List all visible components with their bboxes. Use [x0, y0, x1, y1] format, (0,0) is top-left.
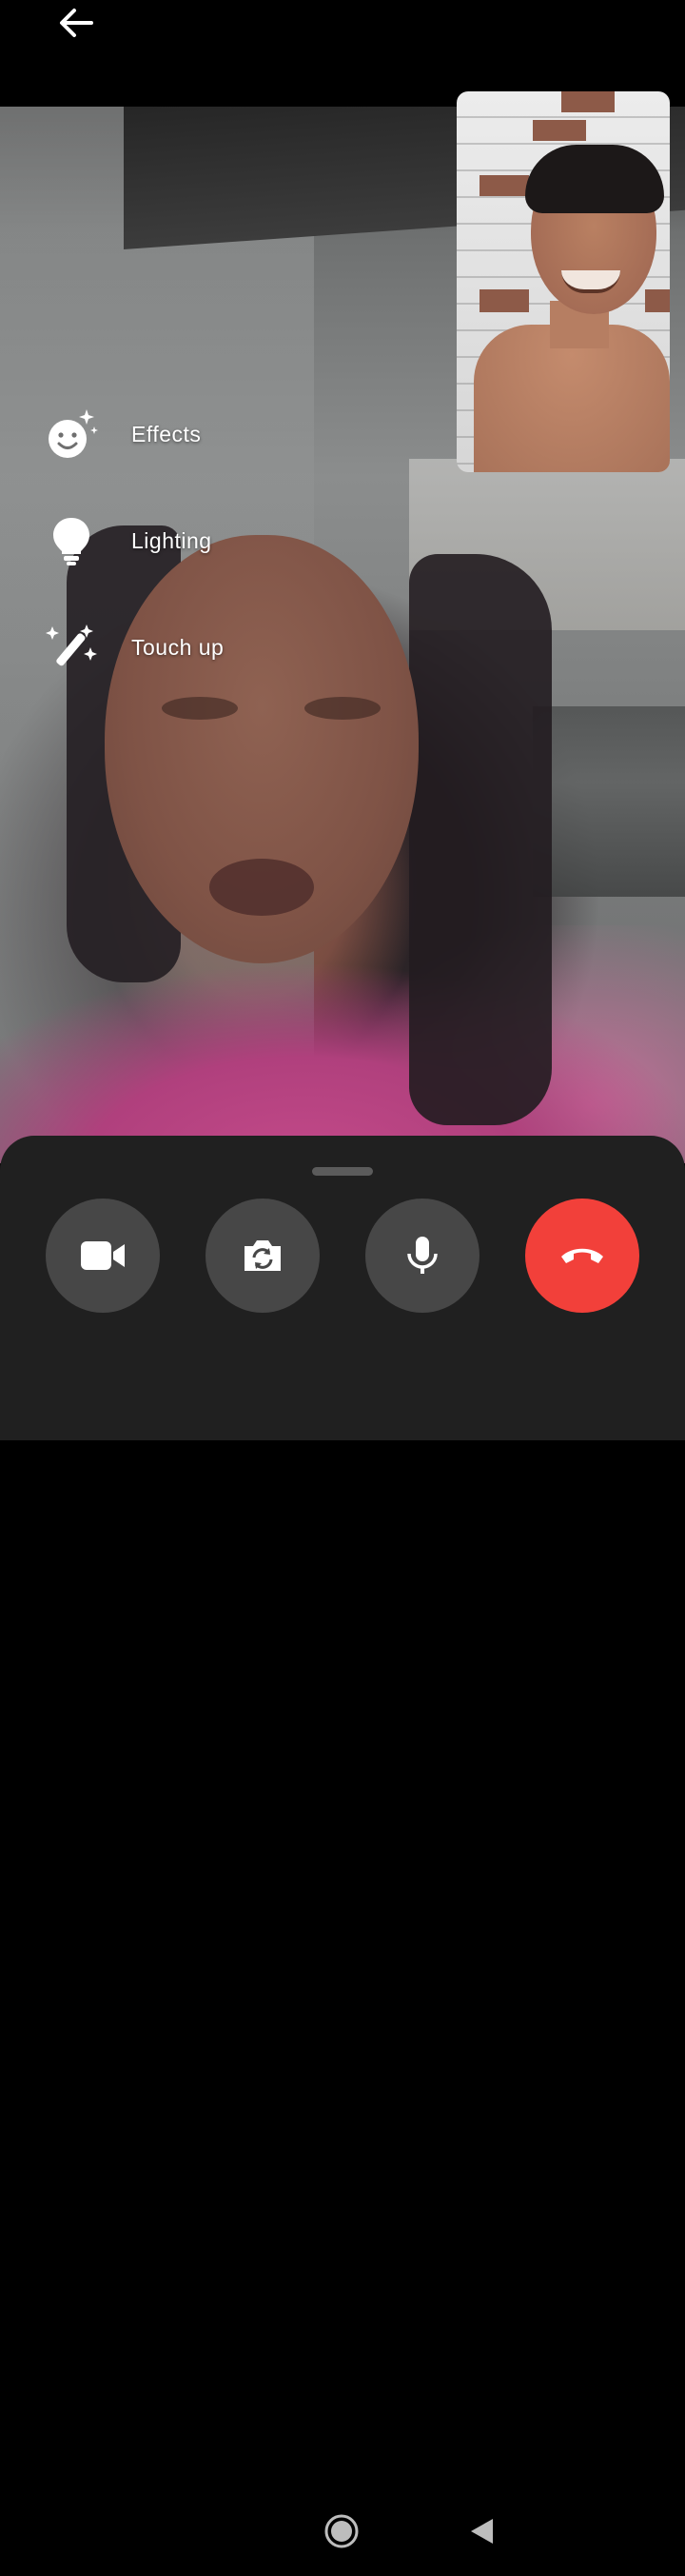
home-button[interactable]: [324, 2514, 359, 2548]
touch-up-button[interactable]: Touch up: [38, 613, 323, 682]
effects-button[interactable]: Effects: [38, 400, 323, 468]
smiley-sparkle-icon: [38, 401, 105, 467]
lighting-button[interactable]: Lighting: [38, 506, 323, 575]
call-control-sheet: [0, 1136, 685, 2548]
end-call-button[interactable]: [525, 1199, 639, 1313]
magic-wand-icon: [38, 614, 105, 681]
video-camera-icon: [81, 1241, 125, 1270]
lightbulb-icon: [38, 507, 105, 574]
system-nav-bar: [0, 2487, 685, 2576]
arrow-left-icon: [60, 9, 93, 37]
home-circle-icon: [324, 2514, 359, 2548]
system-back-button[interactable]: [468, 2516, 497, 2546]
mute-button[interactable]: [365, 1199, 480, 1313]
self-view-video[interactable]: [457, 91, 670, 472]
lighting-label: Lighting: [131, 527, 212, 553]
end-call-icon: [561, 1248, 603, 1263]
drag-handle[interactable]: [312, 1167, 373, 1176]
triangle-back-icon: [471, 2519, 493, 2544]
touch-up-label: Touch up: [131, 634, 225, 660]
back-button[interactable]: [53, 4, 99, 42]
flip-camera-icon: [245, 1240, 281, 1271]
effects-label: Effects: [131, 421, 202, 446]
toggle-video-button[interactable]: [46, 1199, 160, 1313]
flip-camera-button[interactable]: [206, 1199, 320, 1313]
microphone-icon: [407, 1237, 438, 1274]
